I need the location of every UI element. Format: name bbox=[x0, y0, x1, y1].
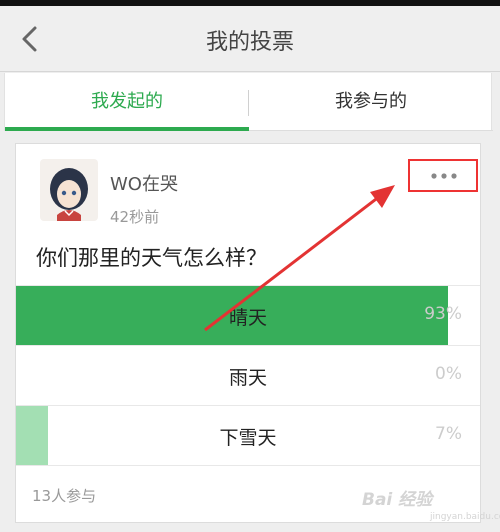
option-percent: 7% bbox=[435, 424, 462, 444]
tab-participated[interactable]: 我参与的 bbox=[249, 73, 493, 131]
option-label: 晴天 bbox=[228, 307, 267, 329]
tab-initiated[interactable]: 我发起的 bbox=[5, 73, 249, 131]
active-tab-indicator bbox=[5, 127, 249, 131]
option-percent: 0% bbox=[435, 364, 462, 384]
app-header: 我的投票 bbox=[0, 6, 500, 72]
poll-option[interactable]: 下雪天 7% bbox=[16, 406, 480, 465]
poll-question: 你们那里的天气怎么样？ bbox=[36, 246, 267, 270]
option-percent: 93% bbox=[424, 304, 462, 324]
more-horizontal-icon bbox=[429, 173, 459, 179]
option-label: 雨天 bbox=[228, 367, 267, 389]
option-divider bbox=[16, 465, 480, 466]
watermark-logo: Bai 经验 bbox=[362, 490, 433, 510]
page-title: 我的投票 bbox=[205, 30, 294, 55]
avatar[interactable] bbox=[40, 159, 98, 221]
poll-option[interactable]: 晴天 93% bbox=[16, 286, 480, 345]
watermark-url: jingyan.baidu.com bbox=[430, 512, 500, 522]
tab-bar: 我发起的 我参与的 bbox=[4, 73, 493, 131]
post-time: 42秒前 bbox=[110, 208, 160, 226]
participant-count: 13人参与 bbox=[32, 487, 97, 505]
option-label: 下雪天 bbox=[219, 427, 277, 449]
more-options-button[interactable] bbox=[408, 159, 478, 192]
poll-option[interactable]: 雨天 0% bbox=[16, 346, 480, 405]
poll-card[interactable]: WO在哭 42秒前 你们那里的天气怎么样？ 晴天 93% 雨天 0% 下雪天 7… bbox=[15, 143, 481, 523]
author-name[interactable]: WO在哭 bbox=[110, 170, 178, 196]
